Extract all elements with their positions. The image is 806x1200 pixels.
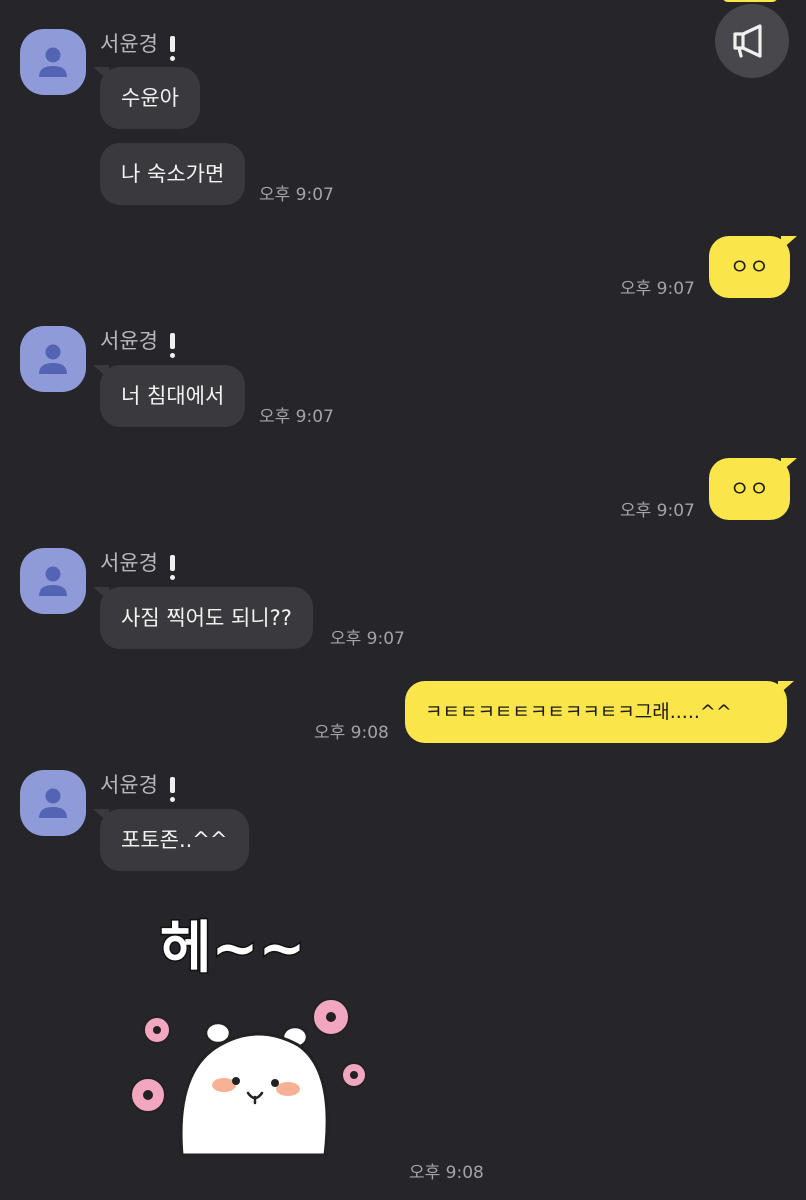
sender-name: 서윤경	[100, 325, 175, 358]
outgoing-message[interactable]: ㅇㅇ	[709, 236, 797, 298]
person-icon	[39, 344, 67, 374]
incoming-message[interactable]: 포토존..^^	[93, 809, 249, 871]
avatar[interactable]	[20, 29, 86, 95]
emoticon-sticker[interactable]: 헤~~	[120, 905, 390, 1165]
chat-room: 서윤경 수윤아 나 숙소가면 오후 9:07 오후 9:07 ㅇㅇ 서윤경 너 …	[0, 0, 806, 1200]
sender-name: 서윤경	[100, 28, 175, 61]
megaphone-icon	[733, 24, 762, 58]
message-time: 오후 9:07	[330, 629, 405, 649]
flower-icon	[143, 1016, 171, 1044]
message-time: 오후 9:07	[259, 407, 334, 427]
person-icon	[39, 566, 67, 596]
sticker-text: 헤~~	[160, 916, 305, 981]
incoming-message[interactable]: 수윤아	[93, 67, 200, 129]
incoming-message[interactable]: 나 숙소가면	[100, 143, 246, 205]
message-time: 오후 9:07	[620, 501, 695, 521]
avatar[interactable]	[20, 326, 86, 392]
outgoing-message[interactable]: ㅋㅌㅌㅋㅌㅌㅋㅌㅋㅋㅌㅋ그래.....^^	[405, 681, 794, 743]
flower-icon	[312, 998, 350, 1036]
sender-name: 서윤경	[100, 769, 175, 802]
avatar[interactable]	[20, 548, 86, 614]
exclamation-icon	[169, 555, 175, 580]
flower-icon	[130, 1077, 166, 1113]
message-time: 오후 9:07	[259, 185, 334, 205]
message-time: 오후 9:08	[314, 723, 389, 743]
message-time: 오후 9:07	[620, 279, 695, 299]
flower-icon	[341, 1062, 367, 1088]
bear-sticker-icon: 헤~~	[130, 915, 367, 1157]
exclamation-icon	[169, 777, 175, 802]
person-icon	[39, 788, 67, 818]
message-time: 오후 9:08	[409, 1163, 484, 1183]
incoming-message[interactable]: 너 침대에서	[92, 365, 246, 427]
announcement-button[interactable]	[715, 4, 789, 78]
exclamation-icon	[169, 36, 175, 61]
exclamation-icon	[169, 333, 175, 358]
outgoing-message[interactable]: ㅇㅇ	[709, 458, 797, 520]
sender-name: 서윤경	[100, 547, 175, 580]
incoming-message[interactable]: 사짐 찍어도 되니??	[93, 587, 313, 649]
avatar[interactable]	[20, 770, 86, 836]
person-icon	[39, 47, 67, 77]
previous-message-edge	[722, 0, 778, 2]
